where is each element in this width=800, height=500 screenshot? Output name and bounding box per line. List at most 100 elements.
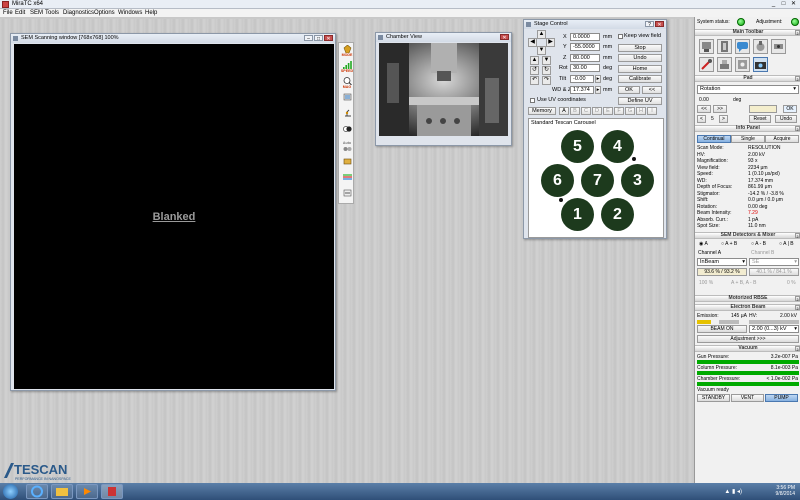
z-up-button[interactable]: ▲	[530, 56, 539, 65]
toolbar-button-6[interactable]	[699, 57, 714, 72]
panel-help-icon[interactable]: ?	[795, 233, 800, 239]
adjustment-button[interactable]: Adjustment >>>	[697, 335, 799, 343]
pad-mode-select[interactable]: Rotation ▾	[697, 85, 799, 94]
use-uv-checkbox[interactable]	[530, 98, 535, 103]
taskbar-media-player[interactable]	[76, 484, 98, 499]
z-input[interactable]: 80.000	[570, 54, 600, 62]
vent-button[interactable]: VENT	[731, 394, 764, 402]
memory-slot-i[interactable]: I	[647, 107, 657, 115]
x-input[interactable]: 0.0000	[570, 33, 600, 41]
pad-header[interactable]: Pad ?	[695, 75, 800, 82]
minimize-button[interactable]: _	[769, 1, 778, 8]
pad-ok-button[interactable]: OK	[783, 105, 797, 113]
stub-6[interactable]: 6	[541, 164, 574, 197]
detector-tool-button[interactable]	[340, 157, 354, 172]
z-down-button[interactable]: ▼	[542, 56, 551, 65]
memory-slot-b[interactable]: B	[570, 107, 580, 115]
tilt-right-button[interactable]: ↷	[542, 76, 551, 85]
start-button[interactable]	[3, 484, 18, 499]
hv-select[interactable]: 2.00 (0...3) kV ▾	[749, 325, 799, 333]
auto-tool-button[interactable]: Auto	[340, 141, 354, 156]
detector-a-select[interactable]: InBeam ▾	[697, 258, 747, 266]
ok-button[interactable]: OK	[618, 86, 640, 94]
panel-help-icon[interactable]: ?	[795, 76, 800, 82]
sem-window-maximize-button[interactable]: □	[314, 35, 323, 42]
menu-windows[interactable]: Windows	[118, 10, 142, 16]
beam-on-button[interactable]: BEAM ON	[697, 325, 747, 333]
memory-slot-a[interactable]: A	[559, 107, 569, 115]
pad-step-up-button[interactable]: >	[719, 115, 728, 123]
panel-help-icon[interactable]: ?	[795, 126, 800, 132]
contrast-tool-button[interactable]	[340, 125, 354, 140]
stub-7[interactable]: 7	[581, 164, 614, 197]
toolbar-button-4[interactable]	[753, 39, 768, 54]
toolbar-button-1[interactable]	[699, 39, 714, 54]
toolbar-button-2[interactable]	[717, 39, 732, 54]
stub-1[interactable]: 1	[561, 198, 594, 231]
stage-window-titlebar[interactable]: Stage Control ? ✕	[524, 20, 666, 29]
home-button[interactable]: Home	[618, 65, 662, 73]
measure-tool-button[interactable]	[340, 173, 354, 188]
carousel-view[interactable]: Standard Tescan Carousel 5 4 6 7 3 1 2	[528, 118, 664, 238]
pad-fast-left-button[interactable]: <<	[697, 105, 711, 113]
memory-slot-d[interactable]: D	[592, 107, 602, 115]
keep-view-field-checkbox[interactable]	[618, 34, 623, 39]
det-option-a-minus-b[interactable]: ○ A - B	[751, 241, 766, 247]
toolbar-button-8[interactable]	[735, 57, 750, 72]
detectors-header[interactable]: SEM Detectors & Mixer ?	[695, 232, 800, 239]
memory-slot-h[interactable]: H	[636, 107, 646, 115]
info-panel-header[interactable]: Info Panel ?	[695, 125, 800, 132]
stop-button[interactable]: Stop	[618, 44, 662, 52]
panel-help-icon[interactable]: ?	[795, 346, 800, 352]
pump-button[interactable]: PUMP	[765, 394, 798, 402]
motorized-rbse-header[interactable]: Motorized RBSE ?	[695, 295, 800, 302]
wd-input[interactable]: 17.374	[570, 86, 594, 94]
main-toolbar-header[interactable]: Main Toolbar ?	[695, 29, 800, 36]
panel-help-icon[interactable]: ?	[795, 296, 800, 302]
toolbar-button-9[interactable]	[753, 57, 768, 72]
calibrate-button[interactable]: Calibrate	[618, 75, 662, 83]
move-down-button[interactable]: ▼	[537, 46, 546, 55]
tilt-input[interactable]: -0.00	[570, 75, 594, 83]
det-option-a-plus-b[interactable]: ○ A + B	[721, 241, 737, 247]
sem-window-close-button[interactable]: ✕	[324, 35, 333, 42]
wd-spin-button[interactable]: ▸	[595, 86, 601, 94]
stage-window-help-button[interactable]: ?	[645, 21, 654, 28]
toolbar-button-3[interactable]	[735, 39, 750, 54]
magnification-tool-button[interactable]: MAG	[340, 77, 354, 92]
tab-single[interactable]: Single	[731, 135, 765, 143]
tab-acquire[interactable]: Acquire	[765, 135, 799, 143]
stage-window-close-button[interactable]: ✕	[655, 21, 664, 28]
tab-continual[interactable]: Continual	[697, 135, 731, 143]
standby-button[interactable]: STANDBY	[697, 394, 730, 402]
memory-button[interactable]: Memory	[528, 107, 556, 115]
taskbar-internet-explorer[interactable]	[26, 484, 48, 499]
menu-diagnostics[interactable]: Diagnostics	[63, 10, 94, 16]
move-up-button[interactable]: ▲	[537, 30, 546, 39]
menu-file[interactable]: File	[3, 10, 13, 16]
taskbar-file-explorer[interactable]	[51, 484, 73, 499]
chamber-window-close-button[interactable]: ✕	[500, 34, 509, 41]
memory-slot-e[interactable]: E	[603, 107, 613, 115]
taskbar-miratc[interactable]	[101, 484, 123, 499]
rot-input[interactable]: 30.00	[570, 64, 600, 72]
move-left-button[interactable]: ◀	[528, 38, 537, 47]
settings-tool-button[interactable]	[340, 189, 354, 204]
maximize-button[interactable]: □	[779, 1, 788, 8]
tilt-spin-button[interactable]: ▸	[595, 75, 601, 83]
menu-sem[interactable]: SEM	[30, 10, 43, 16]
tray-icons[interactable]: ▲ ▮ ◂)	[724, 488, 742, 495]
speed-tool-button[interactable]: SPEED	[340, 61, 354, 76]
pad-undo-button[interactable]: Undo	[775, 115, 797, 123]
rotate-ccw-button[interactable]: ↺	[530, 66, 539, 75]
memory-slot-g[interactable]: G	[625, 107, 635, 115]
close-button[interactable]: ✕	[789, 1, 798, 8]
memory-slot-c[interactable]: C	[581, 107, 591, 115]
stub-2[interactable]: 2	[601, 198, 634, 231]
y-input[interactable]: -55.0000	[570, 43, 600, 51]
panel-help-icon[interactable]: ?	[795, 30, 800, 36]
detector-b-select[interactable]: SE ▾	[749, 258, 799, 266]
pad-fast-right-button[interactable]: >>	[713, 105, 727, 113]
memory-slot-f[interactable]: F	[614, 107, 624, 115]
detector-b-level-button[interactable]: 40.1 % / 84.1 %	[749, 268, 799, 276]
